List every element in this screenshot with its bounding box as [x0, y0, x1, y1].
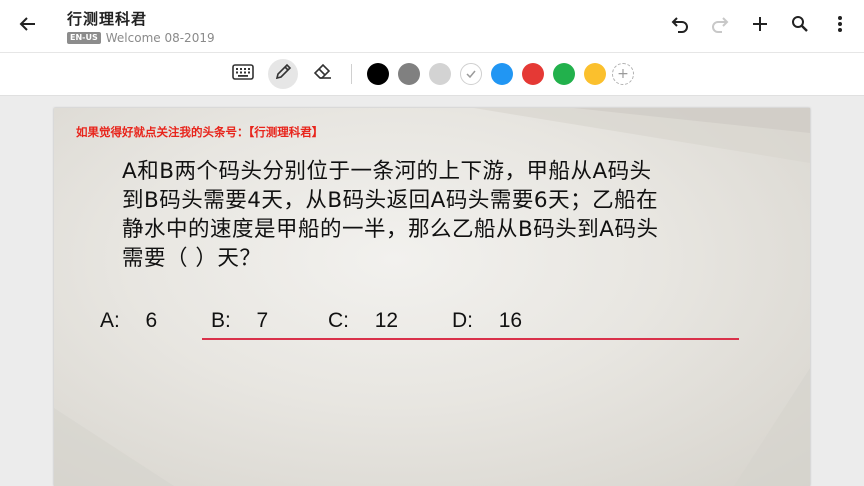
keyboard-tool-button[interactable]	[228, 59, 258, 89]
pen-tool-button[interactable]	[268, 59, 298, 89]
color-swatch[interactable]	[460, 63, 482, 85]
redo-icon	[710, 14, 730, 38]
keyboard-icon	[232, 64, 254, 84]
add-color-button[interactable]: +	[612, 63, 634, 85]
search-icon	[791, 15, 809, 37]
option-label: C:	[328, 309, 349, 332]
page-subtitle: Welcome 08-2019	[105, 31, 215, 45]
option-value: 7	[256, 309, 269, 332]
redo-button[interactable]	[706, 12, 734, 40]
check-icon	[465, 65, 477, 84]
option-d: D: 16	[452, 309, 522, 333]
color-swatch[interactable]	[584, 63, 606, 85]
eraser-tool-button[interactable]	[308, 59, 338, 89]
page-title: 行测理科君	[67, 10, 148, 28]
header-actions	[654, 12, 854, 40]
canvas-area[interactable]: 如果觉得好就点关注我的头条号：【行测理科君】 A和B两个码头分别位于一条河的上下…	[0, 96, 864, 486]
undo-button[interactable]	[666, 12, 694, 40]
more-vert-icon	[837, 15, 843, 37]
plus-icon: +	[617, 66, 629, 82]
option-value: 6	[145, 309, 158, 332]
plus-icon	[751, 15, 769, 37]
language-badge: EN-US	[67, 32, 101, 44]
option-a: A: 6	[100, 309, 157, 333]
question-line: 到B码头需要4天，从B码头返回A码头需要6天；乙船在	[122, 188, 659, 213]
more-button[interactable]	[826, 12, 854, 40]
color-swatch[interactable]	[491, 63, 513, 85]
question-text: A和B两个码头分别位于一条河的上下游，甲船从A码头 到B码头需要4天，从B码头返…	[122, 157, 742, 273]
app-header: 行测理科君 EN-US Welcome 08-2019	[0, 0, 864, 53]
color-swatch[interactable]	[429, 63, 451, 85]
slide: 如果觉得好就点关注我的头条号：【行测理科君】 A和B两个码头分别位于一条河的上下…	[54, 108, 810, 486]
color-swatch[interactable]	[553, 63, 575, 85]
answer-options: A: 6 B: 7 C: 12 D: 16	[54, 309, 810, 339]
color-swatch[interactable]	[367, 63, 389, 85]
toolbar-divider	[351, 64, 352, 84]
question-line: A和B两个码头分别位于一条河的上下游，甲船从A码头	[122, 159, 652, 184]
option-value: 16	[498, 309, 523, 332]
pen-icon	[274, 63, 292, 85]
option-c: C: 12	[328, 309, 398, 333]
drawing-toolbar: +	[0, 53, 864, 96]
answer-underline	[202, 338, 739, 340]
question-line: 需要（ ）天？	[122, 246, 262, 271]
undo-icon	[670, 14, 690, 38]
option-label: A:	[100, 309, 120, 332]
color-swatch[interactable]	[522, 63, 544, 85]
subtitle-row: EN-US Welcome 08-2019	[67, 31, 215, 45]
option-value: 12	[374, 309, 399, 332]
search-button[interactable]	[786, 12, 814, 40]
option-b: B: 7	[211, 309, 268, 333]
arrow-left-icon	[19, 15, 37, 37]
add-button[interactable]	[746, 12, 774, 40]
eraser-icon	[313, 63, 333, 85]
color-swatch[interactable]	[398, 63, 420, 85]
question-line: 静水中的速度是甲船的一半，那么乙船从B码头到A码头	[122, 217, 659, 242]
promo-text: 如果觉得好就点关注我的头条号：【行测理科君】	[76, 125, 324, 139]
option-label: D:	[452, 309, 473, 332]
option-label: B:	[211, 309, 231, 332]
back-button[interactable]	[14, 12, 42, 40]
